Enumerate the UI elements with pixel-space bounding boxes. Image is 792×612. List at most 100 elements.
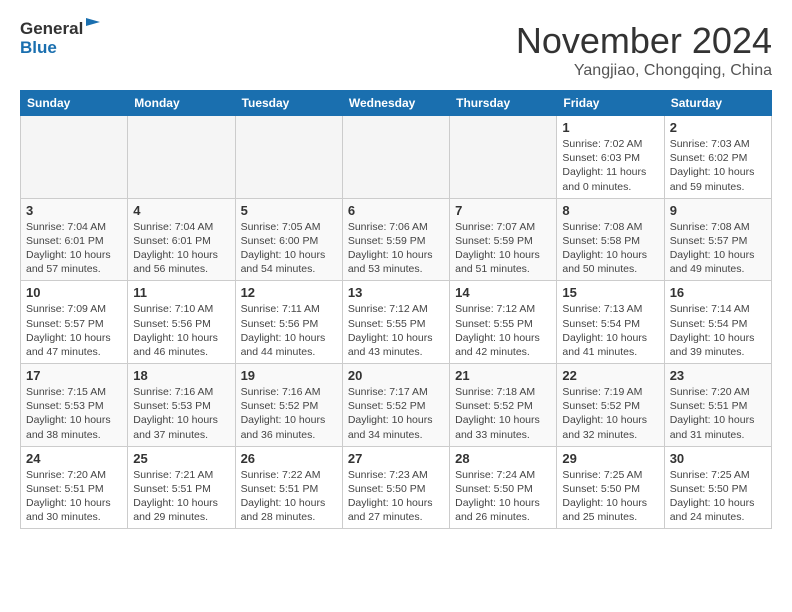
day-number: 5 bbox=[241, 203, 337, 218]
day-info: Sunrise: 7:22 AM Sunset: 5:51 PM Dayligh… bbox=[241, 468, 337, 525]
day-info: Sunrise: 7:21 AM Sunset: 5:51 PM Dayligh… bbox=[133, 468, 229, 525]
calendar-cell: 19 Sunrise: 7:16 AM Sunset: 5:52 PM Dayli… bbox=[235, 364, 342, 447]
day-info: Sunrise: 7:12 AM Sunset: 5:55 PM Dayligh… bbox=[455, 302, 551, 359]
day-info: Sunrise: 7:08 AM Sunset: 5:57 PM Dayligh… bbox=[670, 220, 766, 277]
day-number: 4 bbox=[133, 203, 229, 218]
weekday-header: Friday bbox=[557, 91, 664, 116]
logo-general: General bbox=[20, 20, 83, 39]
calendar-cell: 7Sunrise: 7:07 AM Sunset: 5:59 PM Daylig… bbox=[450, 198, 557, 281]
calendar-cell: 22 Sunrise: 7:19 AM Sunset: 5:52 PM Dayli… bbox=[557, 364, 664, 447]
day-info: Sunrise: 7:25 AM Sunset: 5:50 PM Dayligh… bbox=[670, 468, 766, 525]
calendar-cell: 13 Sunrise: 7:12 AM Sunset: 5:55 PM Dayli… bbox=[342, 281, 449, 364]
weekday-header: Tuesday bbox=[235, 91, 342, 116]
day-info: Sunrise: 7:02 AM Sunset: 6:03 PM Dayligh… bbox=[562, 137, 658, 194]
weekday-header: Monday bbox=[128, 91, 235, 116]
calendar-cell: 28 Sunrise: 7:24 AM Sunset: 5:50 PM Dayli… bbox=[450, 446, 557, 529]
day-info: Sunrise: 7:13 AM Sunset: 5:54 PM Dayligh… bbox=[562, 302, 658, 359]
day-info: Sunrise: 7:05 AM Sunset: 6:00 PM Dayligh… bbox=[241, 220, 337, 277]
calendar-cell: 6 Sunrise: 7:06 AM Sunset: 5:59 PM Daylig… bbox=[342, 198, 449, 281]
day-number: 17 bbox=[26, 368, 122, 383]
day-info: Sunrise: 7:24 AM Sunset: 5:50 PM Dayligh… bbox=[455, 468, 551, 525]
calendar-cell: 12 Sunrise: 7:11 AM Sunset: 5:56 PM Dayli… bbox=[235, 281, 342, 364]
day-number: 29 bbox=[562, 451, 658, 466]
calendar-cell: 10Sunrise: 7:09 AM Sunset: 5:57 PM Dayli… bbox=[21, 281, 128, 364]
day-number: 28 bbox=[455, 451, 551, 466]
calendar-cell: 18 Sunrise: 7:16 AM Sunset: 5:53 PM Dayli… bbox=[128, 364, 235, 447]
day-number: 9 bbox=[670, 203, 766, 218]
day-number: 21 bbox=[455, 368, 551, 383]
day-number: 6 bbox=[348, 203, 444, 218]
calendar-cell: 9 Sunrise: 7:08 AM Sunset: 5:57 PM Daylig… bbox=[664, 198, 771, 281]
day-number: 16 bbox=[670, 285, 766, 300]
logo-blue: Blue bbox=[20, 39, 57, 58]
calendar-cell: 3 Sunrise: 7:04 AM Sunset: 6:01 PM Daylig… bbox=[21, 198, 128, 281]
day-info: Sunrise: 7:12 AM Sunset: 5:55 PM Dayligh… bbox=[348, 302, 444, 359]
calendar-cell: 4Sunrise: 7:04 AM Sunset: 6:01 PM Daylig… bbox=[128, 198, 235, 281]
day-number: 11 bbox=[133, 285, 229, 300]
day-info: Sunrise: 7:16 AM Sunset: 5:52 PM Dayligh… bbox=[241, 385, 337, 442]
day-number: 22 bbox=[562, 368, 658, 383]
weekday-header: Wednesday bbox=[342, 91, 449, 116]
day-info: Sunrise: 7:08 AM Sunset: 5:58 PM Dayligh… bbox=[562, 220, 658, 277]
calendar-cell: 20 Sunrise: 7:17 AM Sunset: 5:52 PM Dayli… bbox=[342, 364, 449, 447]
day-number: 1 bbox=[562, 120, 658, 135]
day-number: 3 bbox=[26, 203, 122, 218]
day-number: 13 bbox=[348, 285, 444, 300]
day-number: 12 bbox=[241, 285, 337, 300]
day-info: Sunrise: 7:25 AM Sunset: 5:50 PM Dayligh… bbox=[562, 468, 658, 525]
page-header: General Blue November 2024 Yangjiao, Cho… bbox=[20, 20, 772, 80]
calendar-cell: 14 Sunrise: 7:12 AM Sunset: 5:55 PM Dayli… bbox=[450, 281, 557, 364]
calendar-table: SundayMondayTuesdayWednesdayThursdayFrid… bbox=[20, 90, 772, 529]
day-info: Sunrise: 7:10 AM Sunset: 5:56 PM Dayligh… bbox=[133, 302, 229, 359]
day-number: 15 bbox=[562, 285, 658, 300]
calendar-cell: 30Sunrise: 7:25 AM Sunset: 5:50 PM Dayli… bbox=[664, 446, 771, 529]
day-number: 7 bbox=[455, 203, 551, 218]
calendar-cell: 8 Sunrise: 7:08 AM Sunset: 5:58 PM Daylig… bbox=[557, 198, 664, 281]
day-info: Sunrise: 7:15 AM Sunset: 5:53 PM Dayligh… bbox=[26, 385, 122, 442]
calendar-cell: 23Sunrise: 7:20 AM Sunset: 5:51 PM Dayli… bbox=[664, 364, 771, 447]
calendar-cell: 2 Sunrise: 7:03 AM Sunset: 6:02 PM Daylig… bbox=[664, 116, 771, 199]
day-number: 18 bbox=[133, 368, 229, 383]
calendar-cell: 21Sunrise: 7:18 AM Sunset: 5:52 PM Dayli… bbox=[450, 364, 557, 447]
day-info: Sunrise: 7:06 AM Sunset: 5:59 PM Dayligh… bbox=[348, 220, 444, 277]
calendar-cell: 25 Sunrise: 7:21 AM Sunset: 5:51 PM Dayli… bbox=[128, 446, 235, 529]
title-block: November 2024 Yangjiao, Chongqing, China bbox=[516, 20, 772, 80]
calendar-cell bbox=[21, 116, 128, 199]
day-info: Sunrise: 7:17 AM Sunset: 5:52 PM Dayligh… bbox=[348, 385, 444, 442]
day-info: Sunrise: 7:16 AM Sunset: 5:53 PM Dayligh… bbox=[133, 385, 229, 442]
logo: General Blue bbox=[20, 20, 104, 57]
day-number: 10 bbox=[26, 285, 122, 300]
calendar-cell: 27 Sunrise: 7:23 AM Sunset: 5:50 PM Dayli… bbox=[342, 446, 449, 529]
calendar-cell: 29 Sunrise: 7:25 AM Sunset: 5:50 PM Dayli… bbox=[557, 446, 664, 529]
day-info: Sunrise: 7:20 AM Sunset: 5:51 PM Dayligh… bbox=[26, 468, 122, 525]
day-number: 27 bbox=[348, 451, 444, 466]
calendar-cell bbox=[342, 116, 449, 199]
day-number: 8 bbox=[562, 203, 658, 218]
calendar-cell: 15 Sunrise: 7:13 AM Sunset: 5:54 PM Dayli… bbox=[557, 281, 664, 364]
logo-flag-icon bbox=[86, 16, 104, 34]
day-number: 24 bbox=[26, 451, 122, 466]
day-number: 19 bbox=[241, 368, 337, 383]
calendar-cell: 1 Sunrise: 7:02 AM Sunset: 6:03 PM Daylig… bbox=[557, 116, 664, 199]
day-number: 20 bbox=[348, 368, 444, 383]
calendar-cell: 11 Sunrise: 7:10 AM Sunset: 5:56 PM Dayli… bbox=[128, 281, 235, 364]
calendar-cell bbox=[450, 116, 557, 199]
weekday-header: Saturday bbox=[664, 91, 771, 116]
calendar-cell bbox=[128, 116, 235, 199]
weekday-header: Sunday bbox=[21, 91, 128, 116]
calendar-cell: 17 Sunrise: 7:15 AM Sunset: 5:53 PM Dayli… bbox=[21, 364, 128, 447]
day-info: Sunrise: 7:23 AM Sunset: 5:50 PM Dayligh… bbox=[348, 468, 444, 525]
month-title: November 2024 bbox=[516, 20, 772, 62]
calendar-cell: 16 Sunrise: 7:14 AM Sunset: 5:54 PM Dayli… bbox=[664, 281, 771, 364]
day-info: Sunrise: 7:19 AM Sunset: 5:52 PM Dayligh… bbox=[562, 385, 658, 442]
day-info: Sunrise: 7:04 AM Sunset: 6:01 PM Dayligh… bbox=[26, 220, 122, 277]
day-number: 2 bbox=[670, 120, 766, 135]
day-info: Sunrise: 7:03 AM Sunset: 6:02 PM Dayligh… bbox=[670, 137, 766, 194]
day-info: Sunrise: 7:11 AM Sunset: 5:56 PM Dayligh… bbox=[241, 302, 337, 359]
day-number: 25 bbox=[133, 451, 229, 466]
calendar-cell: 24 Sunrise: 7:20 AM Sunset: 5:51 PM Dayli… bbox=[21, 446, 128, 529]
day-number: 14 bbox=[455, 285, 551, 300]
calendar-cell: 5 Sunrise: 7:05 AM Sunset: 6:00 PM Daylig… bbox=[235, 198, 342, 281]
day-info: Sunrise: 7:20 AM Sunset: 5:51 PM Dayligh… bbox=[670, 385, 766, 442]
day-info: Sunrise: 7:14 AM Sunset: 5:54 PM Dayligh… bbox=[670, 302, 766, 359]
